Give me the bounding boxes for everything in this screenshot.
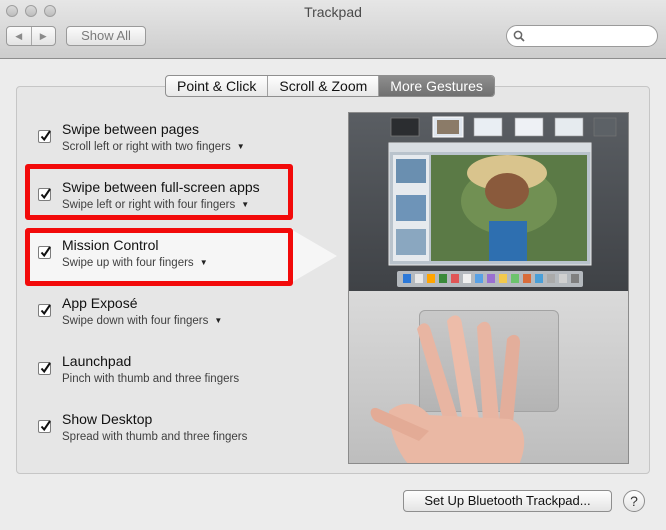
forward-button[interactable]: ▶ <box>30 27 56 45</box>
tab-point-click[interactable]: Point & Click <box>166 76 267 96</box>
gesture-name: App Exposé <box>62 295 138 311</box>
gesture-option-menu[interactable]: Scroll left or right with two fingers ▼ <box>62 141 245 153</box>
gesture-preview-video <box>348 112 629 464</box>
hand-illustration <box>370 315 525 463</box>
dropdown-arrow-icon: ▼ <box>236 142 245 151</box>
help-button[interactable]: ? <box>623 490 645 512</box>
forward-arrow-icon: ▶ <box>39 30 47 41</box>
window-toolbar: Trackpad ◀ ▶ Show All <box>0 0 666 59</box>
swipe-pages-checkbox[interactable] <box>38 130 51 143</box>
checkmark-icon <box>40 420 51 432</box>
app-expose-checkbox[interactable] <box>38 304 51 317</box>
navigation-buttons: ◀ ▶ <box>6 26 56 46</box>
annotation-highlight-box <box>25 228 293 286</box>
back-arrow-icon: ◀ <box>15 30 23 41</box>
dropdown-arrow-icon: ▼ <box>214 316 223 325</box>
gesture-option-menu[interactable]: Swipe down with four fingers ▼ <box>62 315 222 327</box>
set-up-bluetooth-trackpad-button[interactable]: Set Up Bluetooth Trackpad... <box>403 490 612 512</box>
gesture-app-expose[interactable]: App Exposé Swipe down with four fingers ▼ <box>25 286 293 342</box>
launchpad-checkbox[interactable] <box>38 362 51 375</box>
gesture-show-desktop[interactable]: Show Desktop Spread with thumb and three… <box>25 402 293 458</box>
mission-control-screen-preview <box>349 113 628 291</box>
tab-scroll-zoom[interactable]: Scroll & Zoom <box>267 76 378 96</box>
trackpad-hand-preview <box>349 291 628 463</box>
gesture-swipe-between-pages[interactable]: Swipe between pages Scroll left or right… <box>25 112 293 168</box>
search-field[interactable] <box>506 25 658 47</box>
checkmark-icon <box>40 130 51 142</box>
selection-pointer <box>289 228 337 284</box>
window-title: Trackpad <box>304 4 362 20</box>
screen-illustration <box>388 116 617 287</box>
search-icon <box>513 30 525 42</box>
show-all-button[interactable]: Show All <box>66 26 146 46</box>
gesture-name: Swipe between pages <box>62 121 199 137</box>
tab-bar: Point & Click Scroll & Zoom More Gesture… <box>165 75 495 97</box>
back-button[interactable]: ◀ <box>7 27 31 45</box>
gesture-name: Launchpad <box>62 353 132 369</box>
gesture-launchpad[interactable]: Launchpad Pinch with thumb and three fin… <box>25 344 293 400</box>
show-desktop-checkbox[interactable] <box>38 420 51 433</box>
gesture-description: Pinch with thumb and three fingers <box>62 373 240 385</box>
gesture-name: Show Desktop <box>62 411 153 427</box>
tab-more-gestures[interactable]: More Gestures <box>378 76 494 96</box>
checkmark-icon <box>40 362 51 374</box>
checkmark-icon <box>40 304 51 316</box>
gesture-description: Spread with thumb and three fingers <box>62 431 248 443</box>
annotation-highlight-box <box>25 164 293 220</box>
